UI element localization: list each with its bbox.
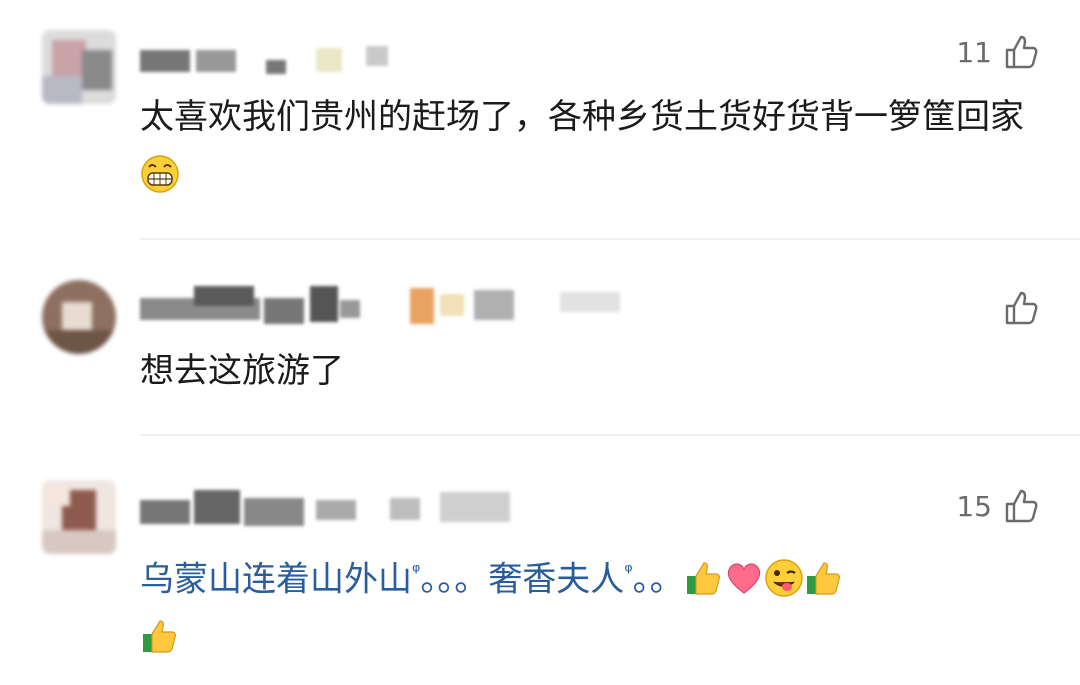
comment-text: 乌蒙山连着山外山ᵠ。。。奢香夫人ᵠ。。 [140, 542, 1040, 666]
thumbs-up-emoji-icon [686, 562, 720, 595]
like-button[interactable]: 15 [956, 488, 1040, 524]
avatar[interactable] [42, 480, 116, 554]
avatar[interactable] [42, 30, 116, 104]
thumbs-up-icon [1005, 489, 1038, 523]
like-count: 15 [956, 489, 992, 523]
comment-item: 11 太喜欢我们贵州的赶场了，各种乡货土货好货背一箩筐回家 [0, 0, 1080, 240]
thumbs-up-icon [1005, 291, 1038, 325]
thumbs-up-emoji-icon [143, 620, 176, 653]
comment-text-content: 想去这旅游了 [140, 351, 344, 391]
thumbs-up-emoji-icon [806, 562, 840, 595]
search-icon[interactable]: ᵠ [624, 559, 632, 583]
like-count: 11 [956, 35, 992, 69]
username-blurred[interactable] [140, 40, 400, 80]
avatar[interactable] [42, 280, 116, 354]
username-blurred[interactable] [140, 488, 540, 528]
comment-text: 太喜欢我们贵州的赶场了，各种乡货土货好货背一箩筐回家 [140, 88, 1040, 204]
wink-tongue-emoji-icon [764, 559, 803, 597]
comment-item: 想去这旅游了 [0, 240, 1080, 436]
punctuation: 。。。 [420, 559, 489, 600]
like-button[interactable]: 11 [956, 34, 1040, 70]
grin-emoji-icon [141, 154, 179, 193]
search-link-wumeng[interactable]: 乌蒙山连着山外山 [140, 559, 412, 599]
thumbs-up-icon [1005, 35, 1038, 69]
comment-text: 想去这旅游了 [140, 342, 1040, 400]
username-blurred[interactable] [140, 284, 640, 324]
comment-text-content: 太喜欢我们贵州的赶场了，各种乡货土货好货背一箩筐回家 [140, 97, 1024, 137]
heart-emoji-icon [727, 563, 760, 594]
search-link-shexiang[interactable]: 奢香夫人 [488, 559, 624, 599]
punctuation: 。。 [632, 559, 684, 600]
like-button[interactable] [992, 290, 1040, 326]
comment-item: 15 乌蒙山连着山外山ᵠ。。。奢香夫人ᵠ。。 [0, 436, 1080, 685]
